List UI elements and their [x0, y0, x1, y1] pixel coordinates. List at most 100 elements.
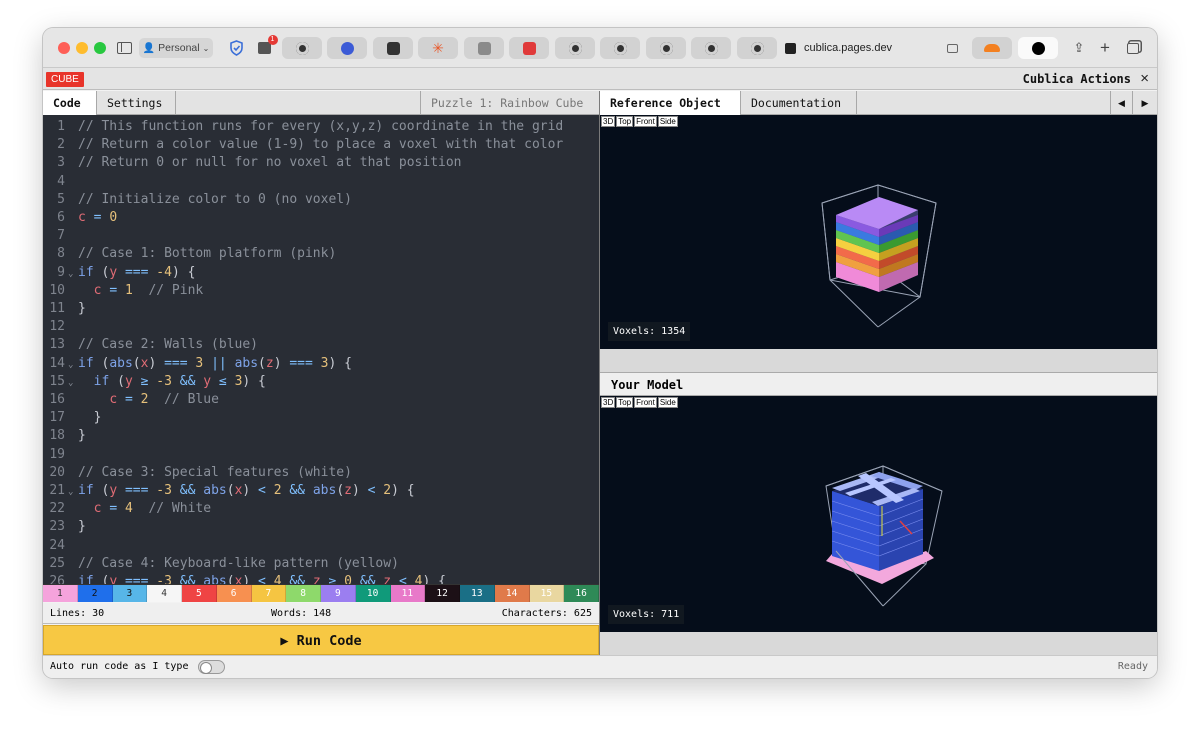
tab-pinned-4[interactable]: ✳	[418, 37, 458, 59]
code-line[interactable]: 4	[43, 173, 599, 191]
line-number: 2	[57, 137, 65, 153]
minimize-window-button[interactable]	[76, 42, 88, 54]
code-line[interactable]: 10 c = 1 // Pink	[43, 282, 599, 300]
color-swatch-7[interactable]: 7	[251, 585, 287, 602]
color-swatch-16[interactable]: 16	[564, 585, 599, 602]
color-swatch-10[interactable]: 10	[355, 585, 391, 602]
auto-run-toggle[interactable]	[198, 660, 225, 674]
tab-pinned-3[interactable]	[373, 37, 413, 59]
code-text: c = 4 // White	[93, 501, 212, 517]
code-line[interactable]: 1 // This function runs for every (x,y,z)…	[43, 118, 599, 136]
share-icon[interactable]: ⇪	[1071, 38, 1087, 58]
fold-chevron-icon[interactable]: ⌄	[68, 356, 78, 374]
reader-icon[interactable]	[943, 38, 961, 58]
color-swatch-9[interactable]: 9	[321, 585, 356, 602]
tab-github-5[interactable]	[691, 37, 731, 59]
tab-github-1[interactable]	[282, 37, 322, 59]
rainbow-cube-render	[821, 184, 937, 328]
code-line[interactable]: 3 // Return 0 or null for no voxel at tha…	[43, 154, 599, 172]
prev-tab-button[interactable]: ◀	[1110, 91, 1133, 115]
code-line[interactable]: 11}	[43, 300, 599, 318]
code-line[interactable]: 23}	[43, 518, 599, 536]
code-text: if (y === -3 && abs(x) < 4 && z ≥ 0 && z…	[78, 574, 446, 584]
run-code-button[interactable]: ▶ Run Code	[43, 625, 599, 655]
code-line[interactable]: 16 c = 2 // Blue	[43, 391, 599, 409]
code-line[interactable]: 13 // Case 2: Walls (blue)	[43, 336, 599, 354]
tab-active[interactable]	[1018, 37, 1058, 59]
panel-divider[interactable]	[599, 91, 600, 655]
color-swatch-4[interactable]: 4	[147, 585, 182, 602]
tab-overview-icon[interactable]	[1125, 38, 1141, 58]
close-window-button[interactable]	[58, 42, 70, 54]
tab-pinned-5[interactable]	[464, 37, 504, 59]
active-tab-icon	[1031, 41, 1045, 55]
next-tab-button[interactable]: ▶	[1133, 91, 1157, 115]
tab-github-2[interactable]	[555, 37, 595, 59]
fold-chevron-icon[interactable]: ⌄	[68, 265, 78, 283]
code-line[interactable]: 7	[43, 227, 599, 245]
line-number: 26	[49, 574, 65, 584]
line-number: 21	[49, 483, 65, 498]
code-line[interactable]: 21 ⌄ if (y === -3 && abs(x) < 2 && abs(z) …	[43, 482, 599, 500]
code-line[interactable]: 14 ⌄ if (abs(x) === 3 || abs(z) === 3) {	[43, 355, 599, 373]
code-text: if (abs(x) === 3 || abs(z) === 3) {	[78, 355, 352, 371]
code-line[interactable]: 9 ⌄ if (y === -4) {	[43, 264, 599, 282]
code-line[interactable]: 25 // Case 4: Keyboard-like pattern (yell…	[43, 555, 599, 573]
fold-chevron-icon[interactable]: ⌄	[68, 483, 78, 501]
tab-documentation[interactable]: Documentation	[741, 91, 857, 115]
code-line[interactable]: 17 }	[43, 409, 599, 427]
code-text: // Return 0 or null for no voxel at that…	[78, 155, 462, 171]
code-text: // Case 3: Special features (white)	[78, 464, 352, 480]
tab-code[interactable]: Code	[43, 91, 97, 115]
code-editor[interactable]: 1 // This function runs for every (x,y,z)…	[43, 115, 599, 584]
reference-viewport[interactable]: 3D Top Front Side Voxels: 1354	[600, 115, 1157, 349]
tab-github-4[interactable]	[646, 37, 686, 59]
tab-reference-object[interactable]: Reference Object	[600, 91, 741, 115]
address-bar[interactable]: cublica.pages.dev	[785, 38, 963, 58]
word-count: Words: 148	[271, 608, 332, 619]
shield-icon[interactable]	[227, 38, 245, 58]
color-swatch-15[interactable]: 15	[529, 585, 565, 602]
fold-chevron-icon[interactable]: ⌄	[68, 374, 78, 392]
tab-settings[interactable]: Settings	[97, 91, 176, 115]
code-line[interactable]: 15 ⌄ if (y ≥ -3 && y ≤ 3) {	[43, 373, 599, 391]
close-icon[interactable]: ×	[1140, 70, 1149, 87]
color-swatch-11[interactable]: 11	[390, 585, 426, 602]
code-text: // Case 2: Walls (blue)	[78, 337, 259, 353]
new-tab-icon[interactable]: +	[1097, 38, 1113, 58]
browser-toolbar: 👤 Personal ⌄ 1 ✳ cublica.pages.dev ⇪ +	[43, 28, 1157, 68]
profile-button[interactable]: 👤 Personal ⌄	[139, 38, 213, 58]
zoom-window-button[interactable]	[94, 42, 106, 54]
tab-github-6[interactable]	[737, 37, 777, 59]
code-line[interactable]: 18}	[43, 427, 599, 445]
code-line[interactable]: 5 // Initialize color to 0 (no voxel)	[43, 191, 599, 209]
code-line[interactable]: 20 // Case 3: Special features (white)	[43, 464, 599, 482]
app-footer: Auto run code as I type Ready	[43, 655, 1157, 678]
app-icon	[340, 41, 354, 55]
notification-extension-icon[interactable]: 1	[255, 35, 278, 58]
color-swatch-5[interactable]: 5	[182, 585, 217, 602]
code-line[interactable]: 8 // Case 1: Bottom platform (pink)	[43, 245, 599, 263]
code-line[interactable]: 22 c = 4 // White	[43, 500, 599, 518]
code-line[interactable]: 2 // Return a color value (1-9) to place …	[43, 136, 599, 154]
color-swatch-13[interactable]: 13	[460, 585, 495, 602]
color-swatch-8[interactable]: 8	[286, 585, 321, 602]
color-swatch-1[interactable]: 1	[43, 585, 78, 602]
tab-pinned-2[interactable]	[327, 37, 367, 59]
color-swatch-6[interactable]: 6	[216, 585, 252, 602]
sidebar-toggle-icon[interactable]	[116, 38, 132, 58]
color-swatch-2[interactable]: 2	[77, 585, 113, 602]
tab-cloudflare[interactable]	[972, 37, 1012, 59]
color-swatch-14[interactable]: 14	[494, 585, 530, 602]
code-line[interactable]: 26 if (y === -3 && abs(x) < 4 && z ≥ 0 &&…	[43, 573, 599, 584]
color-swatch-12[interactable]: 12	[425, 585, 460, 602]
tab-github-3[interactable]	[600, 37, 640, 59]
code-line[interactable]: 24	[43, 537, 599, 555]
line-number: 9	[57, 264, 65, 280]
your-model-viewport[interactable]: 3D Top Front Side Voxels: 711	[600, 396, 1157, 632]
tab-pinned-6[interactable]	[509, 37, 549, 59]
code-line[interactable]: 19	[43, 446, 599, 464]
color-swatch-3[interactable]: 3	[112, 585, 148, 602]
code-line[interactable]: 6 c = 0	[43, 209, 599, 227]
code-line[interactable]: 12	[43, 318, 599, 336]
